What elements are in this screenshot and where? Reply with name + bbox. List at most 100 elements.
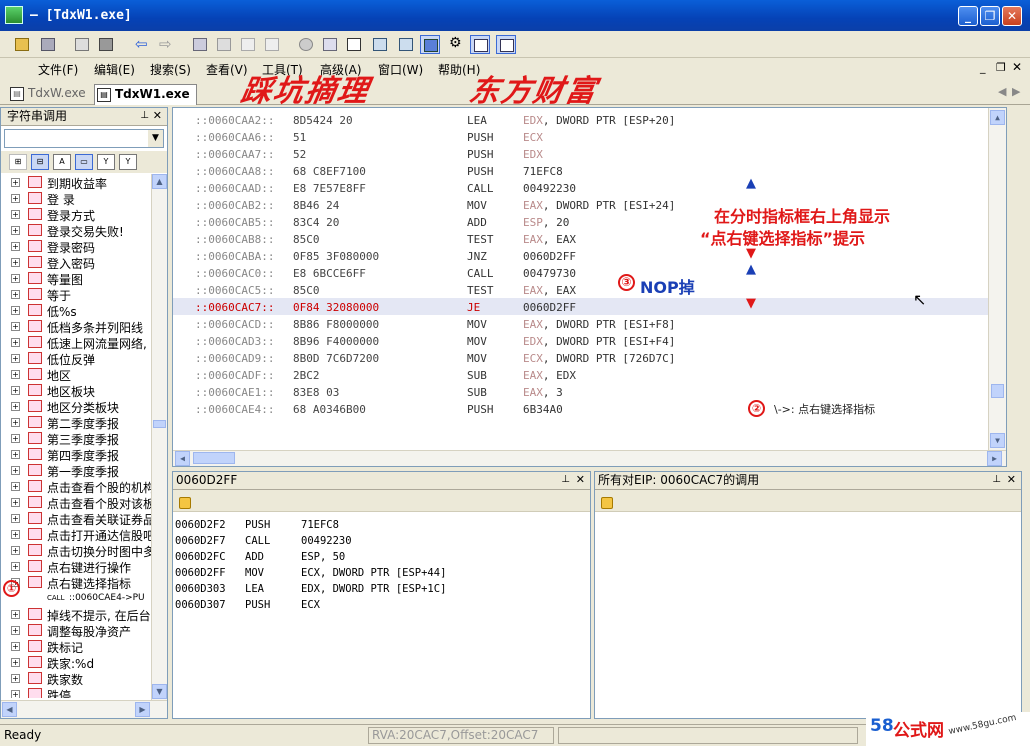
expand-icon[interactable]: + [11,386,20,395]
expand-icon[interactable]: + [11,434,20,443]
panel-close-icon[interactable]: ✕ [1007,473,1016,486]
step-over-icon[interactable] [262,35,282,54]
expand-icon[interactable]: + [11,274,20,283]
scroll-right-icon[interactable]: ▶ [135,702,150,717]
panel-close-icon[interactable]: ✕ [576,473,585,486]
expand-icon[interactable]: + [11,450,20,459]
strings-icon[interactable] [420,35,440,54]
scroll-left-icon[interactable]: ◀ [2,702,17,717]
tree-item[interactable]: + 点右键选择指标 [1,574,151,591]
disasm-hscrollbar[interactable]: ◀ ▶ [173,450,1006,466]
scroll-left-icon[interactable]: ◀ [175,451,190,466]
functions-icon[interactable] [320,35,340,54]
expand-icon[interactable]: + [11,338,20,347]
sidebar-scrollbar[interactable]: ▲ ▼ [151,174,167,700]
list-icon[interactable] [344,35,364,54]
disasm-line[interactable]: ::0060CAC0:: E8 6BCCE6FF CALL 00479730 [173,264,1003,281]
tree-item[interactable]: + 地区分类板块 [1,398,151,415]
expand-icon[interactable]: + [11,546,20,555]
maximize-button[interactable]: ❐ [980,6,1000,26]
copy-icon[interactable] [72,35,92,54]
tree-item[interactable]: + 登入密码 [1,254,151,271]
tree-item[interactable]: + 掉线不提示, 在后台 [1,606,151,623]
expand-icon[interactable]: + [11,482,20,491]
tree-item[interactable]: + 等于 [1,286,151,303]
expand-icon[interactable]: + [11,258,20,267]
target-code-line[interactable]: 0060D2FF MOV ECX, DWORD PTR [ESP+44] [175,565,585,581]
expand-icon[interactable]: + [11,322,20,331]
disasm-line[interactable]: ::0060CAA7:: 52 PUSH EDX [173,145,1003,162]
tree-item[interactable]: + 登录密码 [1,238,151,255]
expand-icon[interactable]: + [11,466,20,475]
scroll-thumb[interactable] [991,384,1004,398]
tree-item[interactable]: + 点击查看个股对该板 [1,494,151,511]
panel-close-icon[interactable]: ✕ [153,109,162,122]
expand-icon[interactable]: + [11,418,20,427]
sort-az-icon[interactable]: A [53,154,71,170]
expand-icon[interactable]: + [11,626,20,635]
expand-icon[interactable]: + [11,658,20,667]
settings-gear-icon[interactable]: ⚙ [446,35,466,54]
open-file-icon[interactable] [12,35,32,54]
menu-edit[interactable]: 编辑(E) [94,61,135,78]
tree-item[interactable]: + 第三季度季报 [1,430,151,447]
forward-arrow-icon[interactable]: ⇨ [156,35,176,54]
target-code-line[interactable]: 0060D2FC ADD ESP, 50 [175,549,585,565]
pin-icon[interactable]: ⊥ [140,110,149,121]
expand-icon[interactable]: + [11,530,20,539]
tree-item[interactable]: + 调整每股净资产 [1,622,151,639]
pin-icon[interactable]: ⊥ [992,474,1001,485]
disasm-line[interactable]: ::0060CAE4:: 68 A0346B00 PUSH 6B34A0 [173,400,1003,417]
disasm-line[interactable]: ::0060CAAD:: E8 7E57E8FF CALL 00492230 [173,179,1003,196]
sidebar-hscrollbar[interactable]: ◀ ▶ [1,700,167,718]
target-code-line[interactable]: 0060D2F2 PUSH 71EFC8 [175,517,585,533]
expand-icon[interactable]: + [11,290,20,299]
goto-entry-icon[interactable] [214,35,234,54]
tree-item[interactable]: + 到期收益率 [1,174,151,191]
disasm-line[interactable]: ::0060CAA8:: 68 C8EF7100 PUSH 71EFC8 [173,162,1003,179]
tree-item[interactable]: + 登录交易失败! [1,222,151,239]
disasm-line[interactable]: ::0060CAC5:: 85C0 TEST EAX, EAX [173,281,1003,298]
scroll-up-icon[interactable]: ▲ [152,174,167,189]
disasm-line[interactable]: ::0060CAA6:: 51 PUSH ECX [173,128,1003,145]
tree-item[interactable]: + 跌家数 [1,670,151,687]
tree-item[interactable]: + 第二季度季报 [1,414,151,431]
exports-icon[interactable] [396,35,416,54]
expand-icon[interactable]: + [11,210,20,219]
tree-item[interactable]: CALL::0060CAE4->PU [1,590,151,606]
expand-icon[interactable]: + [11,610,20,619]
scroll-down-icon[interactable]: ▼ [152,684,167,699]
disasm-line[interactable]: ::0060CAE1:: 83E8 03 SUB EAX, 3 [173,383,1003,400]
expand-icon[interactable]: + [11,498,20,507]
grid-view-icon[interactable] [496,35,516,54]
refresh-icon[interactable] [296,35,316,54]
expand-icon[interactable]: + [11,690,20,698]
expand-icon[interactable]: + [11,402,20,411]
expand-icon[interactable]: + [11,194,20,203]
tree-item[interactable]: + 第四季度季报 [1,446,151,463]
menu-search[interactable]: 搜索(S) [150,61,191,78]
expand-icon[interactable]: + [11,642,20,651]
tab-tdxw[interactable]: ▤ TdxW.exe [8,84,86,105]
disasm-line[interactable]: ::0060CAD3:: 8B96 F4000000 MOV EDX, DWORD P… [173,332,1003,349]
menu-view[interactable]: 查看(V) [206,61,248,78]
disasm-vscrollbar[interactable]: ▲ ▼ [988,108,1006,450]
tree-item[interactable]: + 点击打开通达信股吧 [1,526,151,543]
scroll-up-icon[interactable]: ▲ [990,110,1005,125]
expand-icon[interactable]: + [11,514,20,523]
tree-item[interactable]: + 低档多条并列阳线 [1,318,151,335]
filter-icon[interactable]: Y [97,154,115,170]
scroll-right-icon[interactable]: ▶ [987,451,1002,466]
tree-item[interactable]: + 第一季度季报 [1,462,151,479]
lock-icon[interactable] [179,497,191,509]
filter-clear-icon[interactable]: Y [119,154,137,170]
group-icon[interactable]: ⊟ [31,154,49,170]
expand-all-icon[interactable]: ⊞ [9,154,27,170]
disasm-line[interactable]: ::0060CAD9:: 8B0D 7C6D7200 MOV ECX, DWORD P… [173,349,1003,366]
expand-icon[interactable]: + [11,306,20,315]
target-code-line[interactable]: 0060D303 LEA EDX, DWORD PTR [ESP+1C] [175,581,585,597]
tree-item[interactable]: + 点击查看个股的机构 [1,478,151,495]
expand-icon[interactable]: + [11,178,20,187]
tree-item[interactable]: + 点击切换分时图中多 [1,542,151,559]
expand-icon[interactable]: + [11,226,20,235]
